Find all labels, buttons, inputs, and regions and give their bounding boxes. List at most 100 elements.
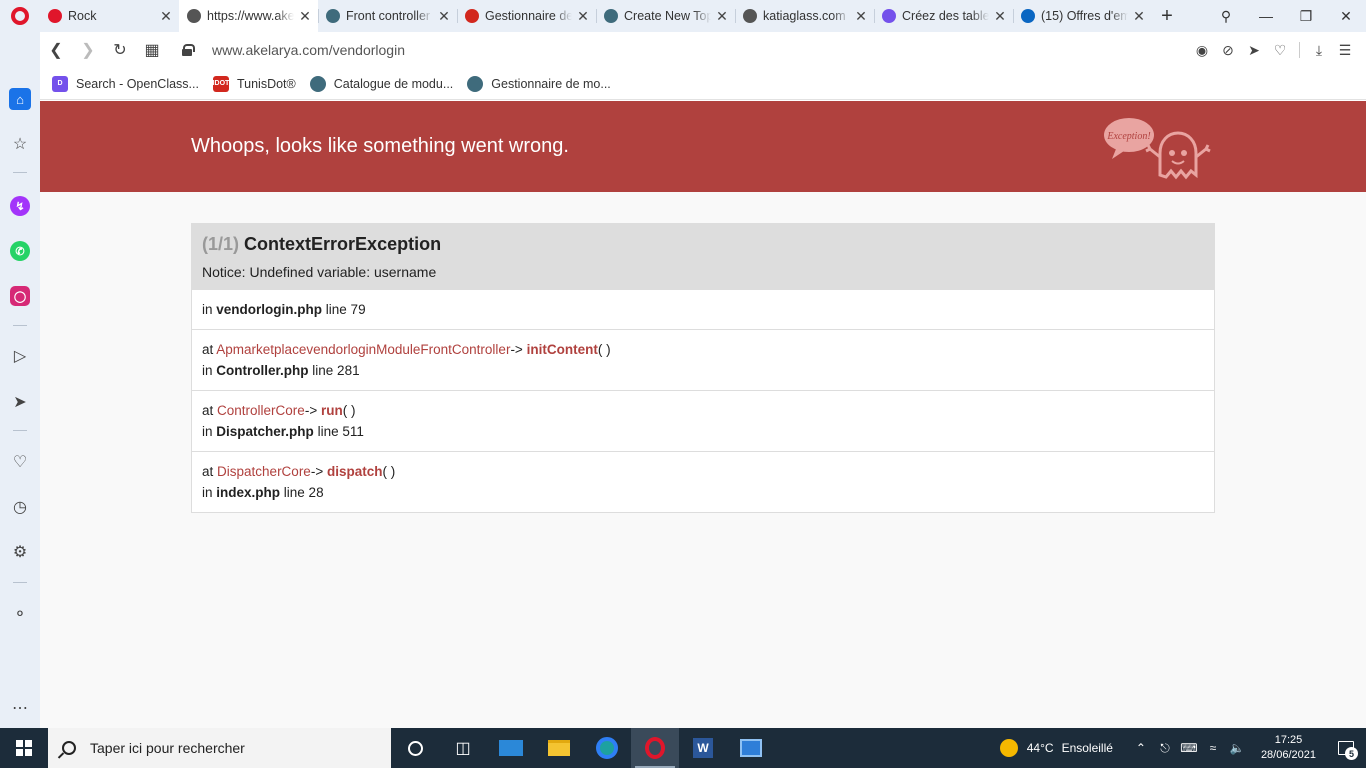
wifi-icon[interactable]: ≈ xyxy=(1201,741,1225,755)
tab-strip: Rock✕https://www.akelarya.com✕Front cont… xyxy=(0,0,1366,32)
camera-icon[interactable]: ◉ xyxy=(1189,42,1215,59)
folder-icon xyxy=(548,740,570,756)
keyboard-icon[interactable]: ⌨ xyxy=(1177,741,1201,755)
bookmark-1[interactable]: IDOT TunisDot® xyxy=(213,75,296,92)
frame-line: line 28 xyxy=(283,485,324,500)
send-icon: ➤ xyxy=(13,394,27,411)
notification-center-button[interactable]: 5 xyxy=(1326,728,1366,768)
adblock-icon[interactable]: ⊘ xyxy=(1215,42,1241,59)
tab-close-icon[interactable]: ✕ xyxy=(715,8,729,25)
tab-close-icon[interactable]: ✕ xyxy=(993,8,1007,25)
error-header: Whoops, looks like something went wrong.… xyxy=(40,101,1366,192)
back-button[interactable]: ❮ xyxy=(40,40,72,60)
task-view-button[interactable]: ◫ xyxy=(439,728,487,768)
openclassrooms-icon xyxy=(882,9,896,23)
frame-call: at ControllerCore-> run( ) xyxy=(202,400,1204,421)
tab-3[interactable]: Gestionnaire de ✕ xyxy=(457,0,596,32)
sidebar-instagram[interactable]: ◯ xyxy=(0,281,40,311)
meet-now-icon[interactable]: ⎋ xyxy=(1153,741,1177,756)
in-label: in xyxy=(202,363,213,378)
messenger-icon: ↯ xyxy=(10,196,30,216)
bookmark-label: TunisDot® xyxy=(236,76,296,91)
tab-4[interactable]: Create New Topic ✕ xyxy=(596,0,735,32)
prestashop-icon xyxy=(604,9,618,23)
send-icon[interactable]: ➤ xyxy=(1241,42,1267,59)
tab-1[interactable]: https://www.akelarya.com ✕ xyxy=(179,0,318,32)
tabs-grid-button[interactable]: ▦ xyxy=(136,40,168,60)
stack-frame: at ControllerCore-> run( ) in Dispatcher.… xyxy=(192,390,1214,451)
arrow-label: -> xyxy=(510,342,523,357)
lock-icon xyxy=(182,44,195,56)
exception-panel: (1/1) ContextErrorException Notice: Unde… xyxy=(191,223,1215,513)
tab-search-icon[interactable]: ⚲ xyxy=(1206,8,1246,25)
frame-method: run xyxy=(320,403,343,418)
windows-icon xyxy=(16,740,32,756)
bookmark-3[interactable]: Gestionnaire de mo... xyxy=(467,75,611,92)
close-window-button[interactable]: ✕ xyxy=(1326,8,1366,25)
parens-label: ( ) xyxy=(342,403,356,418)
opera-menu-button[interactable] xyxy=(0,0,40,32)
taskbar-search[interactable]: Taper ici pour rechercher xyxy=(48,728,391,768)
tab-5[interactable]: katiaglass.com ✕ xyxy=(735,0,874,32)
sidebar-speed-dial[interactable]: ☆ xyxy=(0,129,40,159)
sidebar-tips[interactable]: ⚬ xyxy=(0,599,40,629)
tab-close-icon[interactable]: ✕ xyxy=(854,8,868,25)
easy-setup-icon[interactable]: ☰ xyxy=(1332,42,1358,59)
sidebar-home[interactable]: ⌂ xyxy=(0,84,40,114)
taskbar-word[interactable]: W xyxy=(679,728,727,768)
weather-description[interactable]: Ensoleillé xyxy=(1062,741,1113,755)
bookmark-0[interactable]: D Search - OpenClass... xyxy=(52,75,199,92)
edge-icon xyxy=(596,737,618,759)
sidebar-whatsapp[interactable]: ✆ xyxy=(0,236,40,266)
new-tab-button[interactable]: + xyxy=(1152,0,1182,32)
tab-close-icon[interactable]: ✕ xyxy=(159,8,173,25)
tab-close-icon[interactable]: ✕ xyxy=(298,8,312,25)
sidebar-my-flow[interactable]: ➤ xyxy=(0,387,40,417)
tab-close-icon[interactable]: ✕ xyxy=(437,8,451,25)
start-button[interactable] xyxy=(0,728,48,768)
taskbar-explorer[interactable] xyxy=(535,728,583,768)
tab-list: Rock✕https://www.akelarya.com✕Front cont… xyxy=(40,0,1152,32)
arrow-label: -> xyxy=(304,403,318,418)
tab-close-icon[interactable]: ✕ xyxy=(576,8,590,25)
bookmark-2[interactable]: Catalogue de modu... xyxy=(309,75,453,92)
taskbar-edge[interactable] xyxy=(583,728,631,768)
frame-class: DispatcherCore xyxy=(217,464,311,479)
tab-close-icon[interactable]: ✕ xyxy=(1132,8,1146,25)
tab-2[interactable]: Front controller ✕ xyxy=(318,0,457,32)
chevron-up-icon[interactable]: ⌃ xyxy=(1129,741,1153,755)
tab-6[interactable]: Créez des tables ✕ xyxy=(874,0,1013,32)
tab-0[interactable]: Rock ✕ xyxy=(40,0,179,32)
taskbar-photos[interactable] xyxy=(727,728,775,768)
sidebar-messenger[interactable]: ↯ xyxy=(0,191,40,221)
cortana-button[interactable] xyxy=(391,728,439,768)
frame-method: dispatch xyxy=(326,464,383,479)
tab-title: Create New Topic xyxy=(624,9,711,23)
sidebar-player[interactable]: ▷ xyxy=(0,341,40,371)
taskbar: Taper ici pour rechercher ◫ W 44°C Ensol… xyxy=(0,728,1366,768)
sidebar-settings[interactable]: ⚙ xyxy=(0,537,40,567)
clock[interactable]: 17:25 28/06/2021 xyxy=(1261,733,1316,763)
frame-location: in vendorlogin.php line 79 xyxy=(202,299,1204,320)
download-icon[interactable]: ⤓ xyxy=(1306,42,1332,59)
taskbar-opera[interactable] xyxy=(631,728,679,768)
taskbar-mail[interactable] xyxy=(487,728,535,768)
sidebar-bookmarks[interactable]: ♡ xyxy=(0,447,40,477)
heart-icon[interactable]: ♡ xyxy=(1267,42,1293,59)
url-field[interactable]: www.akelarya.com/vendorlogin xyxy=(182,42,1189,58)
tab-7[interactable]: (15) Offres d'emploi ✕ xyxy=(1013,0,1152,32)
frame-line: line 281 xyxy=(312,363,360,378)
screen: Rock✕https://www.akelarya.com✕Front cont… xyxy=(0,0,1366,768)
tab-title: (15) Offres d'emploi xyxy=(1041,9,1128,23)
sidebar-more[interactable]: ⋯ xyxy=(0,693,40,723)
forward-button[interactable]: ❯ xyxy=(72,40,104,60)
sidebar-history[interactable]: ◷ xyxy=(0,492,40,522)
frame-line: line 511 xyxy=(317,424,364,439)
minimize-button[interactable]: — xyxy=(1246,8,1286,24)
reload-button[interactable]: ↻ xyxy=(104,40,136,60)
in-label: in xyxy=(202,302,213,317)
frame-file: vendorlogin.php xyxy=(216,302,323,317)
weather-temperature[interactable]: 44°C xyxy=(1027,741,1054,755)
volume-icon[interactable]: 🔈 xyxy=(1225,741,1249,755)
restore-button[interactable]: ❐ xyxy=(1286,8,1326,25)
